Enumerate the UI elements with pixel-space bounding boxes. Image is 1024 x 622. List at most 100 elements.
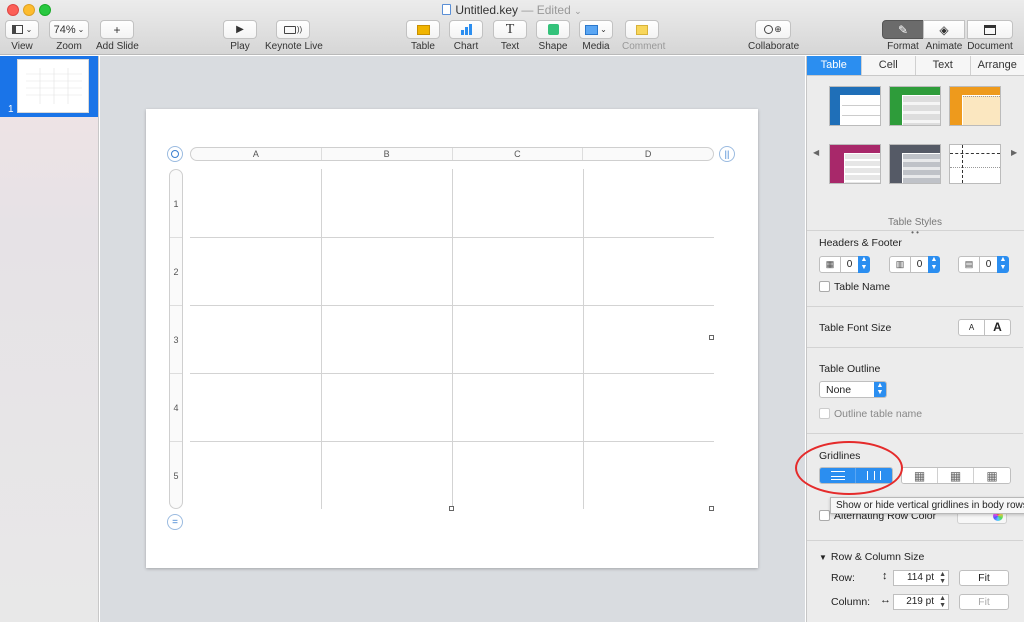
add-row-handle[interactable]: =	[167, 514, 183, 530]
resize-handle-right[interactable]	[709, 335, 714, 340]
tab-cell[interactable]: Cell	[862, 56, 916, 75]
tab-table[interactable]: Table	[807, 56, 862, 75]
slide-thumbnail-selected[interactable]: 1	[0, 56, 98, 117]
play-tool[interactable]: ▶ Play	[222, 20, 258, 52]
title-menu-chevron-icon[interactable]: ⌄	[574, 6, 582, 16]
insert-shape-button[interactable]	[536, 20, 570, 39]
row-header[interactable]: 5	[170, 442, 182, 510]
table-style-plain[interactable]	[949, 144, 1001, 184]
keynote-live-tool[interactable]: )) Keynote Live	[265, 20, 323, 52]
insert-table-button[interactable]	[406, 20, 440, 39]
header-rows-stepper[interactable]: ▦ 0 ▲ ▼	[819, 256, 870, 273]
page-dots[interactable]: • •	[807, 229, 1023, 237]
view-button[interactable]: ⌄	[5, 20, 39, 39]
resize-handle-corner[interactable]	[709, 506, 714, 511]
document-tool[interactable]: Document	[965, 20, 1015, 52]
row-header[interactable]: 2	[170, 238, 182, 306]
slide-canvas[interactable]: A B C D || 1 2 3 4 5 =	[100, 56, 805, 622]
row-header[interactable]: 1	[170, 170, 182, 238]
add-slide-button[interactable]: +	[100, 20, 134, 39]
disclosure-triangle-icon[interactable]: ▼	[819, 553, 827, 562]
row-header[interactable]: 3	[170, 306, 182, 374]
format-button[interactable]: ✎	[882, 20, 924, 39]
table-tool[interactable]: Table	[406, 20, 440, 52]
keynote-live-button[interactable]: ))	[276, 20, 310, 39]
table-name-checkbox-row[interactable]: Table Name	[819, 281, 890, 293]
insert-chart-button[interactable]	[449, 20, 483, 39]
outline-table-name-row[interactable]: Outline table name	[819, 408, 922, 420]
header-columns-value[interactable]: 0	[911, 256, 928, 273]
tab-text[interactable]: Text	[916, 56, 971, 75]
divider	[807, 433, 1023, 434]
view-tool[interactable]: ⌄ View	[5, 20, 39, 52]
add-column-handle[interactable]: ||	[719, 146, 735, 162]
zoom-tool[interactable]: 74% ⌄ Zoom	[49, 20, 89, 52]
tab-arrange[interactable]: Arrange	[971, 56, 1024, 75]
stepper-arrows-icon[interactable]: ▲ ▼	[939, 571, 946, 585]
footer-rows-stepper[interactable]: ▤ 0 ▲ ▼	[958, 256, 1009, 273]
chart-tool[interactable]: Chart	[449, 20, 483, 52]
document-button[interactable]	[967, 20, 1013, 39]
collaborate-tool[interactable]: ⊕ Collaborate	[748, 20, 799, 52]
collaborate-button[interactable]: ⊕	[755, 20, 791, 39]
header-rows-value[interactable]: 0	[841, 256, 858, 273]
increase-font-size-button[interactable]: A	[985, 320, 1010, 335]
decrease-font-size-button[interactable]: A	[959, 320, 985, 335]
comment-tool[interactable]: Comment	[622, 20, 665, 52]
table-icon	[416, 24, 430, 35]
table-outline-select[interactable]: None ▲ ▼	[819, 381, 887, 398]
table-grid[interactable]	[190, 169, 714, 509]
previous-styles-arrow-icon[interactable]: ◀	[813, 148, 819, 157]
next-styles-arrow-icon[interactable]: ▶	[1011, 148, 1017, 157]
comment-button[interactable]	[625, 20, 659, 39]
slide[interactable]: A B C D || 1 2 3 4 5 =	[146, 109, 758, 568]
stepper-arrows-icon[interactable]: ▲ ▼	[858, 256, 870, 273]
insert-text-button[interactable]: T	[493, 20, 527, 39]
keynote-live-icon	[283, 25, 296, 34]
table-style-green[interactable]	[889, 86, 941, 126]
column-header[interactable]: D	[583, 148, 713, 160]
resize-handle-bottom[interactable]	[449, 506, 454, 511]
column-header[interactable]: B	[322, 148, 453, 160]
animate-tool[interactable]: ◈ Animate	[923, 20, 965, 52]
column-header[interactable]: A	[191, 148, 322, 160]
fit-row-button[interactable]: Fit	[959, 570, 1009, 586]
footer-row-gridlines-button[interactable]: ▦	[974, 468, 1010, 483]
select-table-handle[interactable]	[167, 146, 183, 162]
shape-tool[interactable]: Shape	[536, 20, 570, 52]
insert-media-button[interactable]: ⌄	[579, 20, 613, 39]
header-column-gridlines-button[interactable]: ▦	[902, 468, 938, 483]
table-name-label: Table Name	[834, 281, 891, 293]
footer-row-gridlines-icon: ▦	[986, 468, 998, 483]
text-tool[interactable]: T Text	[493, 20, 527, 52]
animate-icon: ◈	[939, 22, 949, 37]
format-tool[interactable]: ✎ Format	[881, 20, 925, 52]
stepper-arrows-icon[interactable]: ▲ ▼	[928, 256, 940, 273]
table-style-magenta[interactable]	[829, 144, 881, 184]
stepper-arrows-icon[interactable]: ▲ ▼	[939, 595, 946, 609]
table-style-blue[interactable]	[829, 86, 881, 126]
table-style-orange[interactable]	[949, 86, 1001, 126]
row-height-field[interactable]: 114 pt ▲ ▼	[893, 570, 949, 586]
table-name-checkbox[interactable]	[819, 281, 830, 292]
row-column-size-title[interactable]: ▼ Row & Column Size	[819, 551, 1013, 563]
table-style-gray[interactable]	[889, 144, 941, 184]
slide-thumbnail[interactable]	[17, 59, 89, 113]
alternating-row-color-checkbox[interactable]	[819, 510, 830, 521]
column-header[interactable]: C	[453, 148, 584, 160]
stepper-arrows-icon[interactable]: ▲ ▼	[997, 256, 1009, 273]
zoom-select[interactable]: 74% ⌄	[49, 20, 89, 39]
row-header[interactable]: 4	[170, 374, 182, 442]
header-row-gridlines-button[interactable]: ▦	[938, 468, 974, 483]
header-columns-stepper[interactable]: ▥ 0 ▲ ▼	[889, 256, 940, 273]
row-size-label: Row:	[831, 572, 855, 584]
column-width-field[interactable]: 219 pt ▲ ▼	[893, 594, 949, 610]
play-button[interactable]: ▶	[223, 20, 257, 39]
fit-column-button[interactable]: Fit	[959, 594, 1009, 610]
animate-button[interactable]: ◈	[923, 20, 965, 39]
shape-icon	[547, 24, 559, 35]
add-slide-tool[interactable]: + Add Slide	[96, 20, 139, 52]
media-tool[interactable]: ⌄ Media	[579, 20, 613, 52]
outline-table-name-checkbox[interactable]	[819, 408, 830, 419]
footer-rows-value[interactable]: 0	[980, 256, 997, 273]
